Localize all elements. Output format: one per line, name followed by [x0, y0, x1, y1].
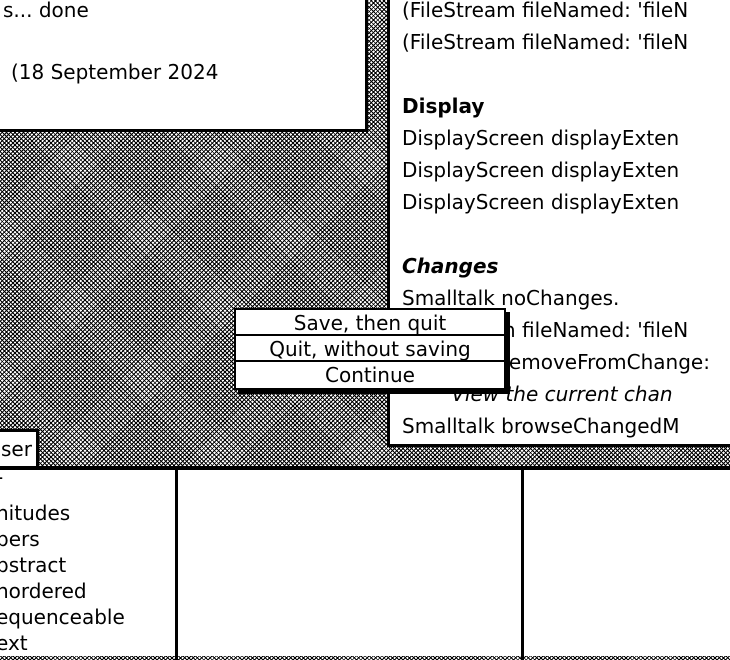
display-line-3: DisplayScreen displayExten: [402, 190, 680, 214]
list-item[interactable]: -: [0, 470, 3, 490]
changes-line-5: Smalltalk browseChangedM: [402, 414, 680, 438]
transcript-line-2: (18 September 2024: [11, 60, 219, 84]
protocol-list-pane[interactable]: [524, 470, 730, 660]
class-list-pane[interactable]: [178, 470, 524, 660]
browser-title-tab[interactable]: ser: [0, 429, 39, 469]
quit-menu[interactable]: Save, then quit Quit, without saving Con…: [234, 308, 506, 390]
save-then-quit-item[interactable]: Save, then quit: [236, 310, 504, 336]
system-browser-window[interactable]: - nitudes bers bstract nordered equencea…: [0, 466, 730, 660]
workspace-file-line-1: (FileStream fileNamed: 'fileN: [402, 0, 689, 22]
list-item[interactable]: bstract: [0, 552, 66, 578]
quit-without-saving-item[interactable]: Quit, without saving: [236, 336, 504, 362]
workspace-file-line-2: (FileStream fileNamed: 'fileN: [402, 30, 689, 54]
transcript-line-1: s... done: [3, 0, 89, 22]
list-item[interactable]: nitudes: [0, 500, 70, 526]
display-line-2: DisplayScreen displayExten: [402, 158, 680, 182]
continue-item[interactable]: Continue: [236, 362, 504, 388]
list-item[interactable]: bers: [0, 526, 40, 552]
list-item[interactable]: equenceable: [0, 604, 125, 630]
list-item[interactable]: ext: [0, 630, 28, 656]
transcript-window[interactable]: s... done (18 September 2024: [0, 0, 368, 132]
display-line-1: DisplayScreen displayExten: [402, 126, 680, 150]
changes-heading: Changes: [402, 254, 499, 278]
list-item[interactable]: nordered: [0, 578, 87, 604]
category-list-pane[interactable]: - nitudes bers bstract nordered equencea…: [0, 470, 178, 660]
display-heading: Display: [402, 94, 485, 118]
